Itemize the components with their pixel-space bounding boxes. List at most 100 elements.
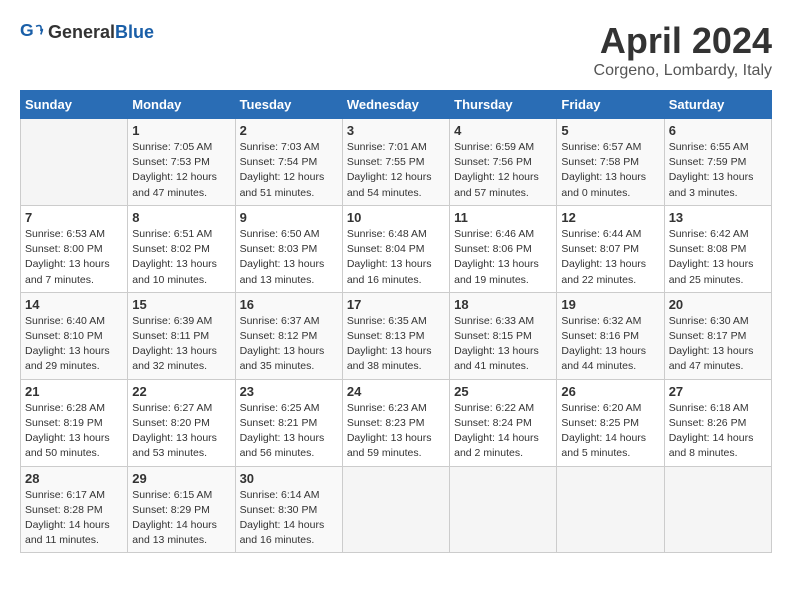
calendar-cell: 1 Sunrise: 7:05 AMSunset: 7:53 PMDaylight… xyxy=(128,119,235,206)
day-info: Sunrise: 6:44 AMSunset: 8:07 PMDaylight:… xyxy=(561,227,659,288)
weekday-header-tuesday: Tuesday xyxy=(235,91,342,119)
calendar-cell: 25 Sunrise: 6:22 AMSunset: 8:24 PMDayligh… xyxy=(450,379,557,466)
calendar-cell: 5Sunrise: 6:57 AMSunset: 7:58 PMDaylight… xyxy=(557,119,664,206)
calendar-cell: 8 Sunrise: 6:51 AMSunset: 8:02 PMDaylight… xyxy=(128,205,235,292)
day-info: Sunrise: 6:46 AMSunset: 8:06 PMDaylight:… xyxy=(454,227,552,288)
title-area: April 2024 Corgeno, Lombardy, Italy xyxy=(594,20,772,80)
day-number: 29 xyxy=(132,471,230,486)
day-info: Sunrise: 6:59 AMSunset: 7:56 PMDaylight:… xyxy=(454,140,552,201)
day-number: 24 xyxy=(347,384,445,399)
calendar-cell: 12Sunrise: 6:44 AMSunset: 8:07 PMDayligh… xyxy=(557,205,664,292)
calendar-cell: 19 Sunrise: 6:32 AMSunset: 8:16 PMDayligh… xyxy=(557,292,664,379)
day-number: 15 xyxy=(132,297,230,312)
day-info: Sunrise: 6:27 AMSunset: 8:20 PMDaylight:… xyxy=(132,401,230,462)
day-info: Sunrise: 6:22 AMSunset: 8:24 PMDaylight:… xyxy=(454,401,552,462)
day-number: 13 xyxy=(669,210,767,225)
svg-text:G: G xyxy=(20,20,34,40)
day-info: Sunrise: 6:28 AMSunset: 8:19 PMDaylight:… xyxy=(25,401,123,462)
location-title: Corgeno, Lombardy, Italy xyxy=(594,62,772,80)
day-info: Sunrise: 6:14 AMSunset: 8:30 PMDaylight:… xyxy=(240,488,338,549)
calendar-cell: 7 Sunrise: 6:53 AMSunset: 8:00 PMDaylight… xyxy=(21,205,128,292)
day-info: Sunrise: 6:18 AMSunset: 8:26 PMDaylight:… xyxy=(669,401,767,462)
calendar-cell xyxy=(557,466,664,553)
calendar-cell xyxy=(21,119,128,206)
calendar-cell: 23 Sunrise: 6:25 AMSunset: 8:21 PMDayligh… xyxy=(235,379,342,466)
month-title: April 2024 xyxy=(594,20,772,62)
day-info: Sunrise: 6:25 AMSunset: 8:21 PMDaylight:… xyxy=(240,401,338,462)
calendar-cell: 22 Sunrise: 6:27 AMSunset: 8:20 PMDayligh… xyxy=(128,379,235,466)
day-info: Sunrise: 6:57 AMSunset: 7:58 PMDaylight:… xyxy=(561,140,659,201)
day-info: Sunrise: 6:48 AMSunset: 8:04 PMDaylight:… xyxy=(347,227,445,288)
calendar-week-row: 7 Sunrise: 6:53 AMSunset: 8:00 PMDaylight… xyxy=(21,205,772,292)
day-number: 7 xyxy=(25,210,123,225)
day-number: 6 xyxy=(669,123,767,138)
day-info: Sunrise: 6:53 AMSunset: 8:00 PMDaylight:… xyxy=(25,227,123,288)
day-info: Sunrise: 7:01 AMSunset: 7:55 PMDaylight:… xyxy=(347,140,445,201)
day-number: 23 xyxy=(240,384,338,399)
day-number: 14 xyxy=(25,297,123,312)
calendar-cell xyxy=(664,466,771,553)
calendar-cell: 10 Sunrise: 6:48 AMSunset: 8:04 PMDayligh… xyxy=(342,205,449,292)
calendar-cell: 4 Sunrise: 6:59 AMSunset: 7:56 PMDaylight… xyxy=(450,119,557,206)
calendar-cell: 17 Sunrise: 6:35 AMSunset: 8:13 PMDayligh… xyxy=(342,292,449,379)
calendar-cell: 14 Sunrise: 6:40 AMSunset: 8:10 PMDayligh… xyxy=(21,292,128,379)
calendar-cell: 2 Sunrise: 7:03 AMSunset: 7:54 PMDaylight… xyxy=(235,119,342,206)
logo: G GeneralBlue xyxy=(20,20,154,44)
calendar-week-row: 1 Sunrise: 7:05 AMSunset: 7:53 PMDaylight… xyxy=(21,119,772,206)
weekday-header-friday: Friday xyxy=(557,91,664,119)
day-info: Sunrise: 7:03 AMSunset: 7:54 PMDaylight:… xyxy=(240,140,338,201)
day-info: Sunrise: 6:55 AMSunset: 7:59 PMDaylight:… xyxy=(669,140,767,201)
day-number: 18 xyxy=(454,297,552,312)
logo-general-text: General xyxy=(48,22,115,42)
calendar-cell: 11 Sunrise: 6:46 AMSunset: 8:06 PMDayligh… xyxy=(450,205,557,292)
day-number: 17 xyxy=(347,297,445,312)
day-number: 26 xyxy=(561,384,659,399)
calendar-cell: 6 Sunrise: 6:55 AMSunset: 7:59 PMDaylight… xyxy=(664,119,771,206)
weekday-header-wednesday: Wednesday xyxy=(342,91,449,119)
calendar-cell: 24 Sunrise: 6:23 AMSunset: 8:23 PMDayligh… xyxy=(342,379,449,466)
day-info: Sunrise: 6:35 AMSunset: 8:13 PMDaylight:… xyxy=(347,314,445,375)
day-info: Sunrise: 6:32 AMSunset: 8:16 PMDaylight:… xyxy=(561,314,659,375)
day-number: 11 xyxy=(454,210,552,225)
day-number: 27 xyxy=(669,384,767,399)
day-info: Sunrise: 6:42 AMSunset: 8:08 PMDaylight:… xyxy=(669,227,767,288)
calendar-cell: 15 Sunrise: 6:39 AMSunset: 8:11 PMDayligh… xyxy=(128,292,235,379)
logo-blue-text: Blue xyxy=(115,22,154,42)
calendar-cell: 29 Sunrise: 6:15 AMSunset: 8:29 PMDayligh… xyxy=(128,466,235,553)
day-number: 30 xyxy=(240,471,338,486)
day-info: Sunrise: 6:33 AMSunset: 8:15 PMDaylight:… xyxy=(454,314,552,375)
day-number: 22 xyxy=(132,384,230,399)
day-info: Sunrise: 6:40 AMSunset: 8:10 PMDaylight:… xyxy=(25,314,123,375)
day-number: 16 xyxy=(240,297,338,312)
day-info: Sunrise: 6:17 AMSunset: 8:28 PMDaylight:… xyxy=(25,488,123,549)
calendar-cell: 30 Sunrise: 6:14 AMSunset: 8:30 PMDayligh… xyxy=(235,466,342,553)
day-info: Sunrise: 6:15 AMSunset: 8:29 PMDaylight:… xyxy=(132,488,230,549)
header: G GeneralBlue April 2024 Corgeno, Lombar… xyxy=(20,20,772,80)
day-number: 19 xyxy=(561,297,659,312)
calendar-cell xyxy=(342,466,449,553)
day-info: Sunrise: 6:23 AMSunset: 8:23 PMDaylight:… xyxy=(347,401,445,462)
calendar-cell: 27 Sunrise: 6:18 AMSunset: 8:26 PMDayligh… xyxy=(664,379,771,466)
calendar-cell: 20Sunrise: 6:30 AMSunset: 8:17 PMDayligh… xyxy=(664,292,771,379)
calendar-week-row: 14 Sunrise: 6:40 AMSunset: 8:10 PMDayligh… xyxy=(21,292,772,379)
day-number: 2 xyxy=(240,123,338,138)
day-number: 10 xyxy=(347,210,445,225)
weekday-header-monday: Monday xyxy=(128,91,235,119)
day-number: 25 xyxy=(454,384,552,399)
day-number: 1 xyxy=(132,123,230,138)
day-info: Sunrise: 6:30 AMSunset: 8:17 PMDaylight:… xyxy=(669,314,767,375)
day-number: 8 xyxy=(132,210,230,225)
day-info: Sunrise: 6:51 AMSunset: 8:02 PMDaylight:… xyxy=(132,227,230,288)
calendar-cell: 13 Sunrise: 6:42 AMSunset: 8:08 PMDayligh… xyxy=(664,205,771,292)
weekday-header-row: SundayMondayTuesdayWednesdayThursdayFrid… xyxy=(21,91,772,119)
calendar-cell: 28 Sunrise: 6:17 AMSunset: 8:28 PMDayligh… xyxy=(21,466,128,553)
day-info: Sunrise: 7:05 AMSunset: 7:53 PMDaylight:… xyxy=(132,140,230,201)
day-number: 28 xyxy=(25,471,123,486)
day-info: Sunrise: 6:39 AMSunset: 8:11 PMDaylight:… xyxy=(132,314,230,375)
day-number: 4 xyxy=(454,123,552,138)
calendar-week-row: 21Sunrise: 6:28 AMSunset: 8:19 PMDayligh… xyxy=(21,379,772,466)
day-info: Sunrise: 6:50 AMSunset: 8:03 PMDaylight:… xyxy=(240,227,338,288)
logo-icon: G xyxy=(20,20,44,44)
calendar-cell: 26Sunrise: 6:20 AMSunset: 8:25 PMDayligh… xyxy=(557,379,664,466)
calendar-week-row: 28 Sunrise: 6:17 AMSunset: 8:28 PMDayligh… xyxy=(21,466,772,553)
